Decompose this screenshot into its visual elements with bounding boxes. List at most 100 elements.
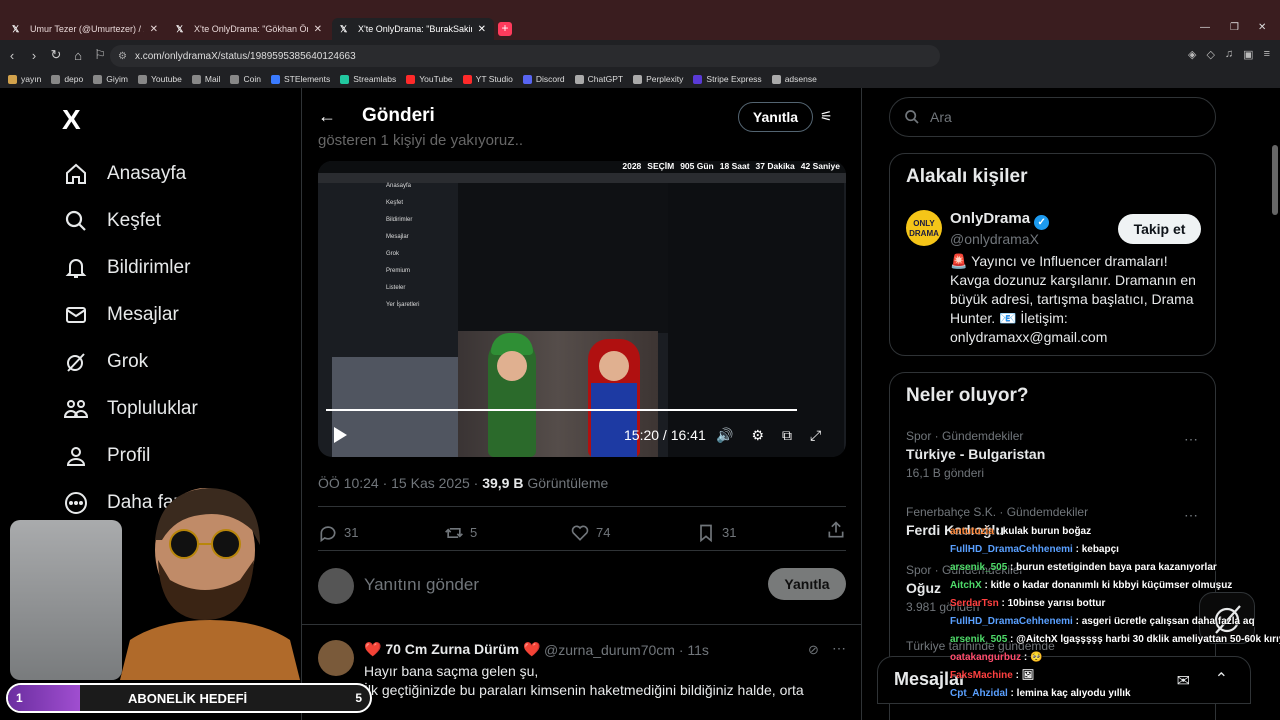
streamer-webcam — [120, 470, 300, 680]
bookmark-item[interactable]: ChatGPT — [574, 74, 623, 84]
settings-icon[interactable]: ⚙ — [751, 427, 764, 444]
cup-image — [10, 520, 122, 680]
bookmark-icon[interactable]: ⚐ — [90, 47, 110, 63]
extension-icon[interactable]: ◇ — [1206, 48, 1214, 61]
bookmark-item[interactable]: Giyim — [93, 74, 128, 84]
new-tab-button[interactable]: + — [498, 22, 512, 36]
browser-tab-3[interactable]: 𝕏 X'te OnlyDrama: "BurakSakinOl, ( ✕ — [332, 18, 494, 40]
more-icon — [62, 489, 90, 517]
address-bar[interactable]: ⚙ x.com/onlydramaX/status/19895953856401… — [110, 45, 940, 67]
bookmark-item[interactable]: Discord — [522, 74, 565, 84]
back-icon[interactable]: ‹ — [2, 48, 22, 63]
bookmark-icon — [270, 74, 280, 84]
play-icon[interactable] — [332, 426, 348, 449]
chat-username: antutuzia — [950, 526, 994, 537]
browser-tab-2[interactable]: 𝕏 X'te OnlyDrama: "Gökhan Öner ve So ✕ — [168, 18, 330, 40]
bookmark-action[interactable]: 31 — [696, 523, 822, 543]
bookmark-label: Mail — [204, 74, 221, 84]
bookmark-item[interactable]: adsense — [771, 74, 817, 84]
bookmark-item[interactable]: Streamlabs — [340, 74, 396, 84]
page-title: Gönderi — [362, 105, 435, 126]
tab-title: X'te OnlyDrama: "BurakSakinOl, ( — [358, 24, 472, 34]
more-options-icon[interactable]: ⋯ — [1184, 507, 1198, 524]
close-icon[interactable]: ✕ — [150, 24, 158, 35]
bookmarks-bar: yayın depo Giyim Youtube Mail Coin STElements S… — [0, 70, 1280, 88]
scrollbar[interactable] — [1272, 145, 1278, 215]
account-handle[interactable]: @onlydramaX — [950, 231, 1039, 247]
follow-button[interactable]: Takip et — [1118, 214, 1201, 244]
account-name[interactable]: OnlyDrama ✓ — [950, 210, 1050, 230]
bookmark-icon — [137, 74, 147, 84]
window-close-icon[interactable]: ✕ — [1258, 22, 1266, 33]
bookmark-item[interactable]: depo — [51, 74, 83, 84]
repost-icon — [445, 527, 463, 538]
reload-icon[interactable]: ↻ — [46, 47, 66, 63]
maximize-icon[interactable]: ❐ — [1230, 22, 1239, 33]
x-logo[interactable]: X — [62, 104, 81, 136]
forward-icon[interactable]: › — [24, 48, 44, 63]
sidebar-item-home[interactable]: Anasayfa — [62, 150, 198, 197]
communities-icon — [62, 395, 90, 423]
home-icon — [62, 160, 90, 188]
trend-item[interactable]: Spor · Gündemdekiler Türkiye - Bulgarist… — [906, 429, 1045, 480]
search-input[interactable]: Ara — [889, 97, 1216, 137]
extension-icon[interactable]: ▣ — [1243, 48, 1253, 61]
minimize-icon[interactable]: — — [1200, 22, 1210, 33]
close-icon[interactable]: ✕ — [314, 24, 322, 35]
bookmark-item[interactable]: Mail — [191, 74, 221, 84]
home-icon[interactable]: ⌂ — [68, 48, 88, 63]
like-action[interactable]: 74 — [570, 523, 696, 543]
bookmark-item[interactable]: yayın — [8, 74, 41, 84]
post-timestamp[interactable]: ÖÖ 10:24 · 15 Kas 2025 · — [318, 475, 482, 491]
filter-icon[interactable]: ⚟ — [820, 108, 833, 125]
extension-icon[interactable]: ◈ — [1188, 48, 1196, 61]
sidebar-item-messages[interactable]: Mesajlar — [62, 291, 198, 338]
more-options-icon[interactable]: ⋯ — [1184, 431, 1198, 448]
sidebar-item-notifications[interactable]: Bildirimler — [62, 244, 198, 291]
menu-icon[interactable]: ≡ — [1264, 48, 1270, 61]
reply-action[interactable]: 31 — [318, 523, 444, 543]
bookmark-label: YouTube — [419, 74, 453, 84]
bookmark-item[interactable]: YouTube — [406, 74, 453, 84]
more-options-icon[interactable]: ⋯ — [832, 640, 846, 657]
view-label: Görüntüleme — [523, 475, 609, 491]
bookmark-item[interactable]: STElements — [270, 74, 331, 84]
grok-icon[interactable]: ⊘ — [808, 642, 819, 658]
share-icon[interactable] — [826, 520, 846, 545]
repost-action[interactable]: 5 — [444, 523, 570, 543]
bookmark-icon — [771, 74, 781, 84]
bookmark-icon — [230, 74, 240, 84]
sidebar-item-label: Profil — [107, 444, 151, 466]
chat-message: arsenik_505 : burun estetiginden baya pa… — [950, 562, 1217, 573]
bookmark-item[interactable]: Coin — [230, 74, 261, 84]
back-arrow-icon[interactable]: ← — [318, 106, 336, 127]
bookmark-item[interactable]: YT Studio — [462, 74, 513, 84]
browser-tab-1[interactable]: 𝕏 Umur Tezer (@Umurtezer) / X ✕ — [4, 18, 166, 40]
avatar[interactable]: ONLY DRAMA — [906, 210, 942, 246]
bookmark-item[interactable]: Perplexity — [633, 74, 683, 84]
bookmark-item[interactable]: Youtube — [137, 74, 182, 84]
countdown-part: 42 Saniye — [800, 161, 840, 171]
extension-icon[interactable]: ♫ — [1225, 48, 1233, 61]
sidebar-item-explore[interactable]: Keşfet — [62, 197, 198, 244]
sidebar-item-grok[interactable]: Grok — [62, 338, 198, 385]
video-player[interactable]: 2028 SEÇİM 905 Gün 18 Saat 37 Dakika 42 Saniy… — [318, 161, 846, 457]
volume-icon[interactable]: 🔊 — [716, 427, 733, 444]
chat-username: SerdarTsn — [950, 598, 999, 609]
submit-reply-button[interactable]: Yanıtla — [768, 568, 846, 600]
url-text: x.com/onlydramaX/status/1989595385640124… — [134, 50, 356, 62]
sidebar-item-communities[interactable]: Topluluklar — [62, 385, 198, 432]
bookmark-item[interactable]: Stripe Express — [693, 74, 762, 84]
reply-button[interactable]: Yanıtla — [738, 102, 813, 132]
bookmark-label: STElements — [283, 74, 331, 84]
reply-input[interactable]: Yanıtını gönder — [364, 575, 479, 595]
reply-author-name[interactable]: ❤️ 70 Cm Zurna Dürüm ❤️ — [364, 641, 540, 658]
close-icon[interactable]: ✕ — [478, 24, 486, 35]
site-info-icon[interactable]: ⚙ — [118, 51, 127, 62]
bookmark-label: Perplexity — [646, 74, 684, 84]
video-progress-bar[interactable] — [326, 409, 798, 411]
pip-icon[interactable]: ⧉ — [782, 427, 792, 444]
reply-author-handle[interactable]: @zurna_durum70cm · 11s — [544, 642, 709, 658]
fullscreen-icon[interactable]: ⤢ — [810, 427, 821, 444]
avatar[interactable] — [318, 640, 354, 676]
